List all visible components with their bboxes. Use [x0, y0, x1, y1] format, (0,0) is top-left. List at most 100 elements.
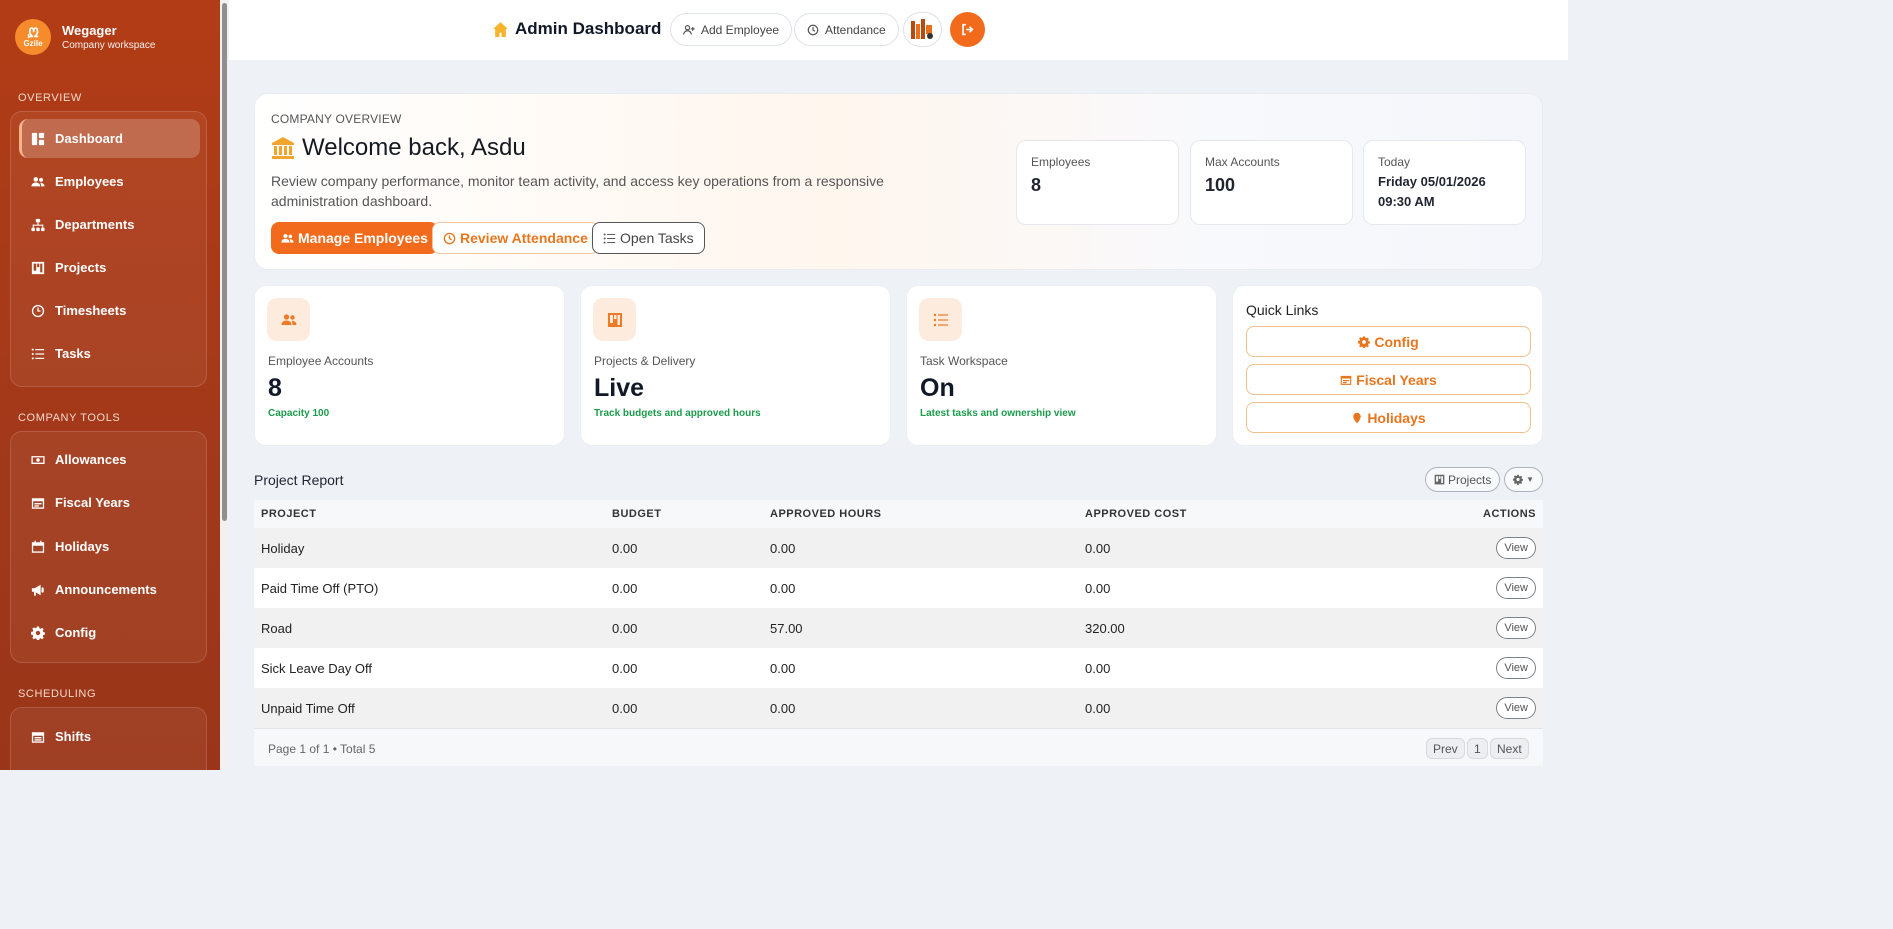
- card-label: Employee Accounts: [268, 354, 374, 368]
- kanban-icon: [31, 261, 45, 275]
- logout-button[interactable]: [950, 12, 985, 47]
- quick-link-holidays[interactable]: Holidays: [1246, 402, 1531, 433]
- view-button[interactable]: View: [1496, 577, 1536, 599]
- sidebar-item-announcements[interactable]: Announcements: [19, 570, 200, 609]
- sidebar-item-label: Departments: [55, 217, 135, 232]
- sidebar-scrollbar-thumb[interactable]: [222, 3, 227, 521]
- gear-icon: [1513, 474, 1524, 485]
- cell-project: Paid Time Off (PTO): [261, 580, 379, 596]
- logo-glyph-icon: ᘻ: [27, 25, 39, 40]
- quick-link-config[interactable]: Config: [1246, 326, 1531, 357]
- table-footer: Page 1 of 1 • Total 5 Prev 1 Next: [254, 728, 1543, 766]
- column-header-actions: ACTIONS: [1483, 508, 1536, 520]
- sidebar-item-fiscal-years[interactable]: Fiscal Years: [19, 483, 200, 522]
- list-icon: [31, 347, 45, 361]
- next-page-button[interactable]: Next: [1490, 738, 1529, 759]
- view-button[interactable]: View: [1496, 537, 1536, 559]
- sidebar-item-employees[interactable]: Employees: [19, 162, 200, 201]
- chevron-down-icon: ▼: [1526, 475, 1534, 484]
- quick-link-fiscal-years[interactable]: Fiscal Years: [1246, 364, 1531, 395]
- avatar[interactable]: [903, 12, 942, 47]
- section-label-scheduling: SCHEDULING: [18, 688, 97, 700]
- table-row: Road 0.00 57.00 320.00 View: [254, 608, 1543, 648]
- brand[interactable]: ᘻ Gzile Wegager Company workspace: [15, 19, 155, 55]
- view-button[interactable]: View: [1496, 617, 1536, 639]
- section-label-company-tools: COMPANY TOOLS: [18, 412, 121, 424]
- view-button[interactable]: View: [1496, 697, 1536, 719]
- review-attendance-button[interactable]: Review Attendance: [432, 222, 599, 254]
- open-tasks-label: Open Tasks: [620, 230, 694, 246]
- sidebar-item-timesheets[interactable]: Timesheets: [19, 291, 200, 330]
- calendar-range-icon: [1340, 375, 1352, 385]
- cell-hours: 57.00: [770, 620, 803, 636]
- sidebar-item-allowances[interactable]: Allowances: [19, 440, 200, 479]
- sitemap-icon: [31, 218, 45, 232]
- nav-group-company-tools: Allowances Fiscal Years Holidays Announc…: [10, 431, 207, 663]
- quick-links-title: Quick Links: [1246, 302, 1319, 318]
- sidebar-item-projects[interactable]: Projects: [19, 248, 200, 287]
- list-icon: [919, 298, 962, 341]
- hero-overline: COMPANY OVERVIEW: [271, 112, 402, 126]
- hero-title: Welcome back, Asdu: [271, 134, 526, 162]
- logout-icon: [962, 23, 974, 36]
- brand-logo: ᘻ Gzile: [15, 19, 51, 55]
- clock-icon: [31, 304, 45, 318]
- table-header: PROJECT BUDGET APPROVED HOURS APPROVED C…: [254, 500, 1543, 528]
- kanban-icon: [1434, 474, 1445, 485]
- money-icon: [31, 453, 45, 467]
- page-number-button[interactable]: 1: [1467, 738, 1488, 759]
- users-icon: [31, 175, 45, 189]
- table-settings-dropdown[interactable]: ▼: [1504, 467, 1543, 492]
- quick-link-label: Fiscal Years: [1356, 371, 1437, 388]
- quick-links-card: Quick Links Config Fiscal Years Holidays: [1232, 285, 1543, 446]
- cell-cost: 0.00: [1085, 660, 1111, 676]
- sidebar-item-tasks[interactable]: Tasks: [19, 334, 200, 373]
- card-label: Projects & Delivery: [594, 354, 696, 368]
- list-icon: [603, 232, 616, 244]
- cell-project: Road: [261, 620, 293, 636]
- stat-value: 8: [1031, 175, 1042, 195]
- sidebar-item-label: Projects: [55, 260, 107, 275]
- view-button[interactable]: View: [1496, 657, 1536, 679]
- cell-hours: 0.00: [770, 540, 796, 556]
- cell-budget: 0.00: [612, 620, 638, 636]
- card-label: Task Workspace: [920, 354, 1008, 368]
- sidebar-item-label: Announcements: [55, 582, 157, 597]
- cell-hours: 0.00: [770, 700, 796, 716]
- prev-page-button[interactable]: Prev: [1426, 738, 1465, 759]
- sidebar-item-label: Config: [55, 625, 97, 640]
- users-icon: [281, 233, 294, 243]
- cell-project: Sick Leave Day Off: [261, 660, 373, 676]
- sidebar-item-config[interactable]: Config: [19, 613, 200, 652]
- page-title: Admin Dashboard: [492, 19, 661, 39]
- sidebar-item-label: Tasks: [55, 346, 91, 361]
- sidebar-item-label: Allowances: [55, 452, 127, 467]
- card-value: Live: [594, 374, 645, 402]
- projects-button[interactable]: Projects: [1425, 467, 1501, 492]
- sidebar-item-holidays[interactable]: Holidays: [19, 527, 200, 566]
- sidebar-item-departments[interactable]: Departments: [19, 205, 200, 244]
- attendance-button[interactable]: Attendance: [794, 13, 899, 46]
- card-employee-accounts: Employee Accounts 8 Capacity 100: [254, 285, 565, 446]
- section-label-overview: OVERVIEW: [18, 92, 82, 104]
- stat-today: Today Friday 05/01/2026 09:30 AM: [1363, 140, 1526, 225]
- manage-employees-button[interactable]: Manage Employees: [271, 222, 438, 254]
- dashboard-icon: [31, 132, 45, 146]
- brand-name: Wegager: [62, 23, 117, 38]
- sidebar-item-shifts[interactable]: Shifts: [19, 717, 200, 756]
- stat-label: Employees: [1031, 155, 1091, 169]
- card-task-workspace: Task Workspace On Latest tasks and owner…: [906, 285, 1217, 446]
- stat-value: Friday 05/01/2026 09:30 AM: [1378, 174, 1486, 209]
- add-employee-button[interactable]: Add Employee: [670, 13, 793, 46]
- sidebar-item-label: Shifts: [55, 729, 92, 744]
- cell-budget: 0.00: [612, 660, 638, 676]
- avatar-logo-icon: [910, 18, 933, 39]
- sidebar-item-dashboard[interactable]: Dashboard: [19, 119, 200, 158]
- card-value: 8: [268, 374, 282, 402]
- cell-cost: 320.00: [1085, 620, 1125, 636]
- open-tasks-button[interactable]: Open Tasks: [592, 222, 705, 254]
- sidebar-item-label: Employees: [55, 174, 124, 189]
- card-value: On: [920, 374, 955, 402]
- stat-value: 100: [1205, 175, 1236, 195]
- sidebar-scrollbar[interactable]: [220, 0, 229, 770]
